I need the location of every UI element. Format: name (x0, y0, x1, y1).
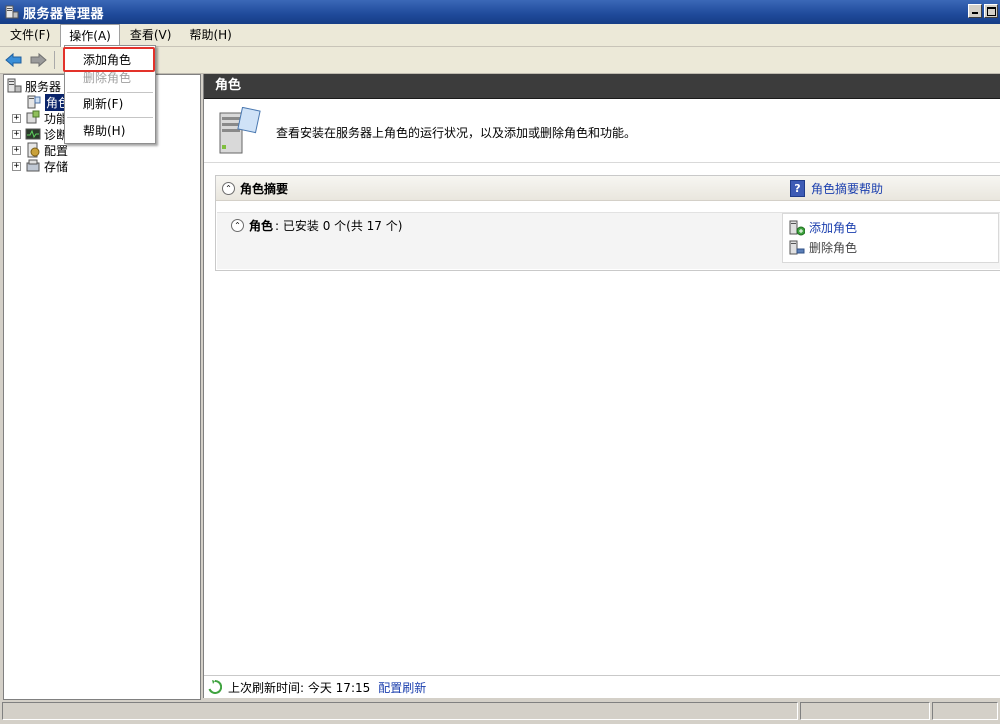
server-manager-icon (5, 5, 19, 19)
maximize-button[interactable] (984, 4, 998, 18)
roles-summary-help-link[interactable]: ? 角色摘要帮助 (790, 180, 883, 197)
tree-item-label: 配置 (44, 143, 69, 158)
tree-item-features[interactable]: + 功能 (12, 110, 68, 126)
page-description: 查看安装在服务器上角色的运行状况，以及添加或删除角色和功能。 (276, 125, 637, 140)
tree-item-diagnostics[interactable]: + 诊断 (12, 126, 68, 142)
content-pane: 角色 查看安装在服务器上角色的运行状况，以及添加或删除角色和功能。 ⌃ 角色摘要… (203, 74, 1000, 698)
menu-help[interactable]: 帮助(H) (181, 24, 239, 46)
configuration-icon (27, 142, 40, 158)
expand-icon[interactable]: + (12, 145, 21, 155)
expand-icon[interactable]: + (12, 113, 21, 123)
tree-item-label: 存储 (44, 159, 69, 174)
navigation-tree: 服务器 8) 角色 + 功能 + 诊断 + 配置 + (3, 74, 201, 700)
last-refresh-text: 上次刷新时间: 今天 17:15 (228, 680, 371, 695)
storage-icon (26, 159, 40, 172)
features-icon (26, 110, 40, 124)
minimize-button[interactable] (968, 4, 982, 18)
menu-view[interactable]: 查看(V) (122, 24, 180, 46)
add-roles-link[interactable]: 添加角色 (789, 219, 857, 236)
roles-large-icon (219, 107, 261, 154)
page-title: 角色 (204, 74, 1000, 99)
collapse-icon[interactable]: ⌃ (222, 181, 235, 195)
status-panel-right (932, 702, 998, 720)
expand-icon[interactable]: + (12, 129, 21, 139)
expand-icon[interactable]: + (12, 161, 21, 171)
remove-roles-icon (789, 240, 805, 254)
menu-item-refresh[interactable]: 刷新(F) (65, 93, 155, 115)
tree-root-label: 服务器 (25, 79, 62, 94)
add-roles-icon (789, 220, 805, 235)
forward-arrow-icon (30, 52, 47, 68)
divider (204, 162, 1000, 163)
status-bar (0, 700, 1000, 724)
menu-file[interactable]: 文件(F) (2, 24, 58, 46)
status-panel-main (2, 702, 798, 720)
roles-title: 角色 (249, 219, 274, 233)
roles-status-line: ⌃ 角色 : 已安装 0 个(共 17 个) (231, 217, 402, 234)
roles-summary-section: ⌃ 角色摘要 ? 角色摘要帮助 ⌃ 角色 : 已安装 0 个(共 17 个) 添… (215, 175, 1000, 271)
roles-status: : 已安装 0 个(共 17 个) (275, 219, 403, 233)
menu-item-help[interactable]: 帮助(H) (65, 120, 155, 142)
help-icon: ? (790, 180, 805, 197)
diagnostics-icon (25, 128, 41, 140)
title-bar: 服务器管理器 (0, 0, 1000, 24)
refresh-status: 上次刷新时间: 今天 17:15 配置刷新 (204, 675, 1000, 698)
roles-actions: 添加角色 删除角色 (782, 213, 999, 263)
tree-item-storage[interactable]: + 存储 (12, 158, 68, 174)
remove-roles-label: 删除角色 (809, 241, 858, 255)
menu-separator (67, 117, 153, 118)
refresh-icon (208, 680, 222, 694)
menu-action[interactable]: 操作(A) (60, 24, 120, 47)
window-controls (968, 4, 998, 18)
add-roles-label: 添加角色 (809, 221, 858, 235)
window-title: 服务器管理器 (23, 6, 105, 22)
forward-button[interactable] (28, 50, 48, 70)
tree-item-configuration[interactable]: + 配置 (12, 142, 68, 158)
highlight-box (63, 47, 155, 72)
collapse-icon[interactable]: ⌃ (231, 219, 244, 232)
server-icon (7, 78, 22, 93)
status-panel-middle (800, 702, 930, 720)
back-button[interactable] (4, 50, 24, 70)
section-title: 角色摘要 (240, 181, 289, 196)
section-header: ⌃ 角色摘要 ? 角色摘要帮助 (216, 176, 1000, 201)
configure-refresh-link[interactable]: 配置刷新 (378, 679, 426, 696)
menu-bar: 文件(F) 操作(A) 查看(V) 帮助(H) (0, 24, 1000, 47)
roles-box: ⌃ 角色 : 已安装 0 个(共 17 个) 添加角色 删除角色 (217, 212, 1000, 269)
roles-icon (27, 95, 41, 109)
remove-roles-link[interactable]: 删除角色 (789, 239, 857, 256)
help-link-label: 角色摘要帮助 (811, 182, 884, 196)
intro: 查看安装在服务器上角色的运行状况，以及添加或删除角色和功能。 (216, 104, 636, 160)
toolbar-separator (54, 51, 55, 69)
back-arrow-icon (5, 52, 22, 68)
